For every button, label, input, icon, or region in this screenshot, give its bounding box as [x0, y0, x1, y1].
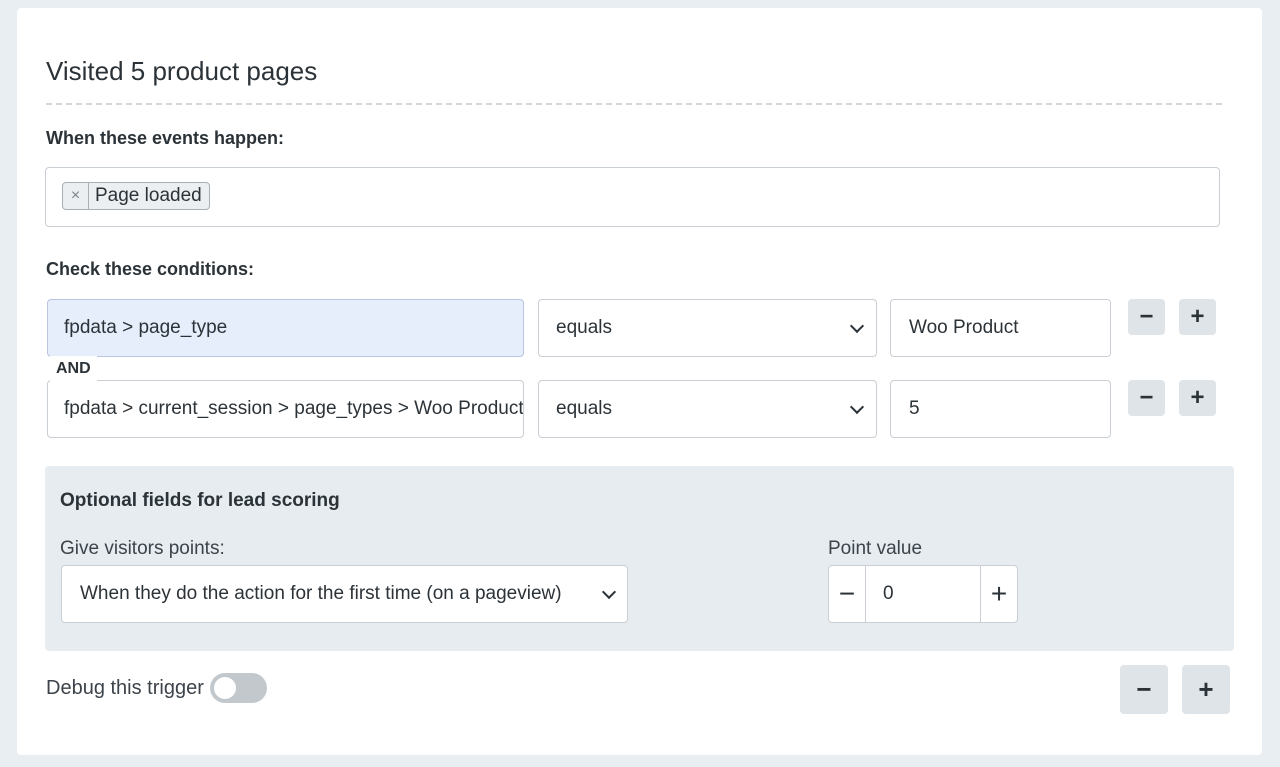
condition-field-select[interactable]: fpdata > page_type: [47, 299, 524, 357]
lead-scoring-title: Optional fields for lead scoring: [60, 490, 340, 511]
add-condition-button[interactable]: +: [1179, 380, 1216, 416]
debug-label: Debug this trigger: [46, 676, 204, 699]
remove-condition-button[interactable]: −: [1128, 299, 1165, 335]
condition-value-text: Woo Product: [909, 317, 1019, 338]
condition-operator-select[interactable]: equals: [538, 299, 877, 357]
chevron-down-icon: [601, 584, 617, 600]
event-tag: × Page loaded: [62, 182, 210, 210]
events-input[interactable]: × Page loaded: [45, 167, 1220, 227]
events-label: When these events happen:: [46, 128, 285, 148]
point-value-stepper: − 0 +: [828, 565, 1018, 623]
chevron-down-icon: [849, 399, 865, 415]
debug-row: Debug this trigger: [46, 673, 267, 703]
condition-operator-value: equals: [556, 317, 612, 338]
point-value-label: Point value: [828, 538, 923, 559]
add-condition-button[interactable]: +: [1179, 299, 1216, 335]
debug-toggle[interactable]: [209, 673, 267, 703]
condition-value-text: 5: [909, 398, 920, 419]
condition-value-input[interactable]: 5: [890, 380, 1111, 438]
increment-button[interactable]: +: [980, 566, 1017, 622]
condition-operator-select[interactable]: equals: [538, 380, 877, 438]
chevron-down-icon: [849, 318, 865, 334]
conditions-label: Check these conditions:: [46, 259, 255, 279]
remove-trigger-button[interactable]: −: [1120, 665, 1168, 714]
condition-field-value: fpdata > current_session > page_types > …: [64, 398, 524, 419]
remove-condition-button[interactable]: −: [1128, 380, 1165, 416]
condition-value-input[interactable]: Woo Product: [890, 299, 1111, 357]
toggle-knob: [213, 677, 236, 699]
condition-field-select[interactable]: fpdata > current_session > page_types > …: [47, 380, 524, 438]
condition-field-value: fpdata > page_type: [64, 317, 228, 338]
give-points-select[interactable]: When they do the action for the first ti…: [61, 565, 628, 623]
decrement-button[interactable]: −: [829, 566, 866, 622]
and-connector-label: AND: [50, 356, 97, 382]
give-points-value: When they do the action for the first ti…: [80, 583, 562, 604]
condition-operator-value: equals: [556, 398, 612, 419]
title-divider: [46, 103, 1222, 105]
add-trigger-button[interactable]: +: [1182, 665, 1230, 714]
remove-tag-icon[interactable]: ×: [63, 183, 89, 209]
point-value-input[interactable]: 0: [866, 566, 980, 622]
give-points-label: Give visitors points:: [60, 538, 225, 559]
event-tag-label: Page loaded: [95, 185, 202, 206]
lead-scoring-panel: Optional fields for lead scoring Give vi…: [45, 466, 1234, 651]
trigger-title: Visited 5 product pages: [46, 56, 318, 86]
